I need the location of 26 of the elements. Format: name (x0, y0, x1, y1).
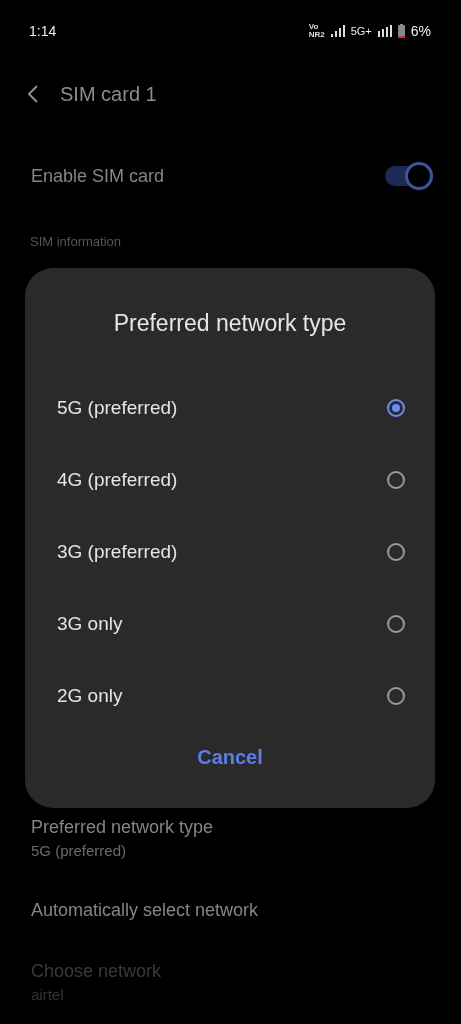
setting-title[interactable]: Preferred network type (31, 817, 430, 838)
radio-button[interactable] (387, 543, 405, 561)
signal-icon (330, 25, 345, 37)
option-label[interactable]: 5G (preferred) (57, 397, 178, 419)
section-header: SIM information (29, 233, 123, 249)
setting-value: 5G (preferred) (31, 842, 128, 859)
signal-icon (377, 25, 392, 37)
radio-button[interactable] (387, 399, 405, 417)
cancel-button[interactable]: Cancel (185, 740, 275, 775)
volte-indicator: Vo NR2 (308, 23, 325, 39)
battery-level: 6% (410, 23, 431, 39)
option-label[interactable]: 3G (preferred) (57, 541, 178, 563)
network-type: 5G+ (350, 25, 372, 37)
radio-button[interactable] (387, 615, 405, 633)
dialog-title: Preferred network type (112, 310, 348, 337)
page-title: SIM card 1 (60, 82, 157, 106)
back-icon[interactable] (28, 85, 38, 103)
setting-label: Enable SIM card (31, 165, 165, 187)
battery-icon (397, 24, 405, 38)
option-label[interactable]: 4G (preferred) (57, 469, 178, 491)
option-label[interactable]: 2G only (57, 685, 123, 707)
status-time: 1:14 (29, 23, 57, 39)
radio-button[interactable] (387, 687, 405, 705)
radio-button[interactable] (387, 471, 405, 489)
option-label[interactable]: 3G only (57, 613, 123, 635)
setting-title[interactable]: Automatically select network (31, 899, 430, 921)
